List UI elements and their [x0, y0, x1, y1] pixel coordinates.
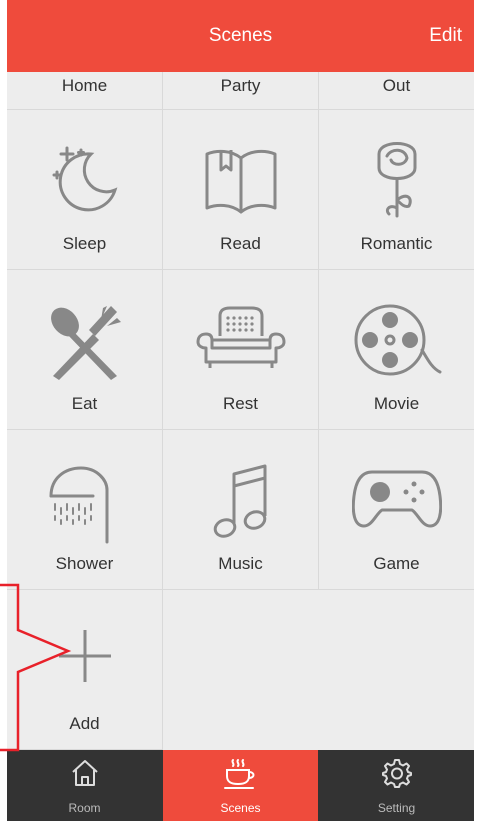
scene-label: Music: [218, 554, 263, 573]
app-screen: Scenes Edit Home Party Out Sleep Read Ro…: [7, 0, 474, 821]
scene-game[interactable]: Game: [319, 430, 474, 590]
scene-shower[interactable]: Shower: [7, 430, 163, 590]
moon-stars-icon: [45, 138, 125, 218]
tab-label: Scenes: [220, 801, 261, 815]
scene-rest[interactable]: Rest: [163, 270, 319, 430]
scene-out[interactable]: Out: [319, 72, 474, 110]
film-reel-icon: [352, 302, 442, 378]
edit-button[interactable]: Edit: [429, 0, 462, 72]
rose-icon: [367, 134, 427, 224]
tab-label: Setting: [377, 801, 416, 815]
scene-eat[interactable]: Eat: [7, 270, 163, 430]
tab-scenes[interactable]: Scenes: [163, 750, 318, 821]
scene-label: Eat: [71, 394, 98, 413]
scene-label: Party: [220, 76, 261, 95]
scenes-grid: Home Party Out Sleep Read Romantic Eat R…: [7, 72, 474, 750]
page-title: Scenes: [208, 25, 273, 46]
scene-label: Read: [220, 234, 261, 253]
spoon-fork-icon: [45, 304, 125, 380]
coffee-cup-icon: [223, 758, 259, 795]
tab-room[interactable]: Room: [7, 750, 162, 821]
top-bar: Scenes Edit: [7, 0, 474, 72]
scene-label: Shower: [55, 554, 114, 573]
bottom-tab-bar: Room Scenes Setting: [7, 750, 474, 821]
scene-label: Movie: [373, 394, 420, 413]
scene-romantic[interactable]: Romantic: [319, 110, 474, 270]
scene-label: Home: [61, 76, 108, 95]
plus-icon: [57, 628, 113, 684]
scene-label: Rest: [223, 394, 258, 413]
scene-label: Out: [382, 76, 411, 95]
scene-add[interactable]: Add: [7, 590, 163, 750]
tab-label: Room: [68, 801, 101, 815]
scene-party[interactable]: Party: [163, 72, 319, 110]
empty-cell: [163, 590, 474, 750]
book-icon: [201, 142, 281, 216]
scene-label: Game: [373, 554, 420, 573]
scene-movie[interactable]: Movie: [319, 270, 474, 430]
house-icon: [70, 758, 100, 793]
scene-label: Romantic: [360, 234, 433, 253]
gear-icon: [381, 758, 412, 793]
scene-home[interactable]: Home: [7, 72, 163, 110]
scene-sleep[interactable]: Sleep: [7, 110, 163, 270]
tab-setting[interactable]: Setting: [319, 750, 474, 821]
scene-music[interactable]: Music: [163, 430, 319, 590]
scene-read[interactable]: Read: [163, 110, 319, 270]
music-note-icon: [211, 462, 271, 542]
gamepad-icon: [351, 466, 442, 530]
armchair-icon: [196, 306, 286, 370]
scene-label: Sleep: [62, 234, 107, 253]
add-label: Add: [69, 714, 100, 733]
shower-icon: [47, 460, 123, 544]
